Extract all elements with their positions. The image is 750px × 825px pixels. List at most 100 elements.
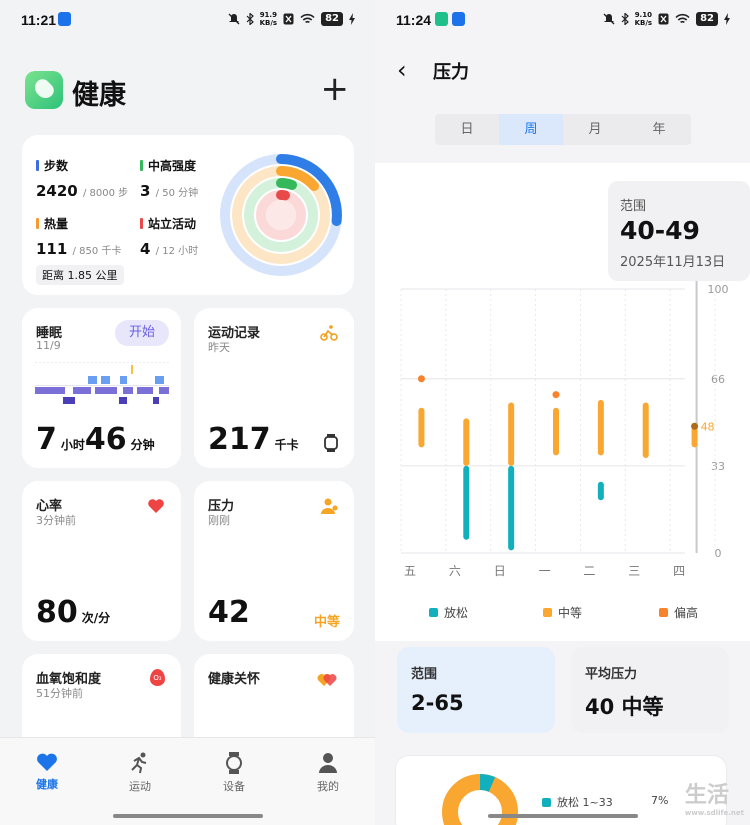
calories-metric: 热量 111 / 850 千卡 [36, 215, 121, 258]
home-indicator[interactable] [113, 814, 263, 818]
average-stat-card: 平均压力 40 中等 [571, 647, 729, 733]
steps-value: 2420 [36, 182, 78, 200]
intensity-label: 中高强度 [148, 159, 197, 173]
range-bar [463, 418, 470, 466]
sleep-duration: 7 小时46 分钟 [36, 422, 155, 457]
tooltip-date: 2025年11月13日 [620, 255, 726, 270]
range-stat-card: 范围 2-65 [397, 647, 555, 733]
sleep-start-button[interactable]: 开始 [115, 320, 169, 346]
x-tick-label: 二 [583, 564, 595, 578]
range-stat-label: 范围 [411, 667, 438, 682]
calories-goal: / 850 千卡 [72, 246, 122, 257]
health-home-screen: 11:21 91.9 KB/s 82 健康 + 步数 2420 / 8000 步 … [0, 0, 375, 825]
battery-indicator: 82 [696, 12, 718, 26]
status-time: 11:24 [396, 12, 432, 28]
workout-value: 217 [208, 422, 271, 457]
heart-icon [148, 499, 164, 513]
tab-month[interactable]: 月 [563, 114, 627, 145]
x-tick-label: 一 [539, 564, 551, 578]
intensity-value: 3 [140, 182, 151, 200]
workout-card[interactable]: 运动记录 昨天 217 千卡 [194, 308, 354, 468]
stress-value: 42 [208, 595, 250, 630]
app-title: 健康 [72, 80, 126, 111]
person-icon [319, 753, 337, 773]
stress-card[interactable]: 压力 刚刚 42 中等 [194, 481, 354, 641]
distribution-relax-label: 放松 1~33 [557, 796, 613, 809]
tooltip-range: 40-49 [620, 216, 700, 245]
stress-person-icon [321, 498, 338, 514]
range-bar [597, 399, 604, 456]
nav-me-label: 我的 [317, 780, 339, 793]
distance-badge: 距离 1.85 公里 [36, 265, 124, 285]
intensity-goal: / 50 分钟 [155, 188, 199, 199]
heart-value-row: 80 次/分 [36, 595, 110, 630]
calories-value: 111 [36, 240, 68, 258]
legend-high: 偏高 [659, 604, 698, 621]
chart-tooltip: 范围 40-49 2025年11月13日 [608, 181, 750, 281]
steps-metric: 步数 2420 / 8000 步 [36, 157, 128, 200]
range-bar [418, 407, 425, 448]
range-bar [463, 465, 470, 540]
heart-unit: 次/分 [81, 611, 111, 625]
cycling-icon [320, 325, 338, 341]
sleep-minutes: 46 [84, 422, 127, 457]
charging-icon [724, 13, 730, 25]
network-speed: 91.9 KB/s [259, 11, 278, 27]
notification-app-icon [435, 12, 448, 26]
stress-detail-screen: 11:24 9.10 KB/s 82 ‹ 压力 日 周 月 年 100 66 33 0 五… [375, 0, 750, 825]
range-bar [553, 407, 559, 456]
battery-indicator: 82 [321, 12, 343, 26]
range-dot [417, 375, 425, 383]
heart-value: 80 [36, 595, 78, 630]
blood-drop-icon: O₂ [150, 669, 165, 686]
home-indicator[interactable] [488, 814, 638, 818]
activity-rings [220, 154, 342, 276]
steps-label: 步数 [44, 159, 69, 173]
stand-label: 站立活动 [148, 217, 197, 231]
watermark-logo: 生活 www.sdlife.net [684, 783, 744, 817]
nav-health-label: 健康 [36, 778, 58, 791]
sleep-date: 11/9 [36, 339, 61, 352]
plus-icon[interactable]: + [321, 69, 350, 109]
tab-day[interactable]: 日 [435, 114, 499, 145]
nav-exercise[interactable]: 运动 [110, 752, 170, 794]
tab-year[interactable]: 年 [627, 114, 691, 145]
status-icons: 91.9 KB/s 82 [228, 11, 355, 27]
back-arrow-icon[interactable]: ‹ [397, 56, 407, 84]
distribution-relax-pct: 7% [651, 794, 669, 807]
range-stat-value: 2-65 [411, 691, 464, 715]
care-hearts-icon [317, 674, 337, 686]
stand-value: 4 [140, 240, 151, 258]
sleep-card[interactable]: 睡眠 11/9 开始 7 小时46 分钟 [22, 308, 181, 468]
no-sim-icon [658, 13, 669, 25]
stress-level: 中等 [313, 615, 340, 630]
page-title: 压力 [433, 62, 469, 83]
sleep-hours: 7 [36, 422, 57, 457]
heart-sub: 3分钟前 [36, 514, 76, 527]
wifi-icon [300, 13, 315, 24]
distribution-relax-row: 放松 1~33 [542, 794, 613, 810]
nav-me[interactable]: 我的 [298, 752, 358, 794]
activity-summary-card[interactable]: 步数 2420 / 8000 步 中高强度 3 / 50 分钟 热量 111 /… [22, 135, 354, 295]
status-bar: 11:21 91.9 KB/s 82 [0, 0, 375, 40]
y-tick-label: 100 [708, 283, 729, 296]
notification-app-icon [58, 12, 71, 26]
nav-exercise-label: 运动 [129, 780, 151, 793]
stand-goal: / 12 小时 [155, 246, 199, 257]
nav-health[interactable]: 健康 [17, 752, 77, 792]
sleep-hours-unit: 小时 [60, 438, 85, 452]
workout-value-row: 217 千卡 [208, 422, 299, 457]
tab-week[interactable]: 周 [499, 114, 563, 145]
sleep-minutes-unit: 分钟 [130, 438, 155, 452]
heart-icon [37, 753, 57, 771]
wifi-icon [675, 13, 690, 24]
range-bar [597, 481, 604, 501]
status-time: 11:21 [21, 12, 57, 28]
app-header: 健康 + [25, 69, 355, 111]
mute-icon [228, 13, 240, 25]
notification-app-icon-2 [452, 12, 465, 26]
heart-rate-card[interactable]: 心率 3分钟前 80 次/分 [22, 481, 181, 641]
mute-icon [603, 13, 615, 25]
network-speed: 9.10 KB/s [634, 11, 653, 27]
nav-devices[interactable]: 设备 [204, 752, 264, 794]
